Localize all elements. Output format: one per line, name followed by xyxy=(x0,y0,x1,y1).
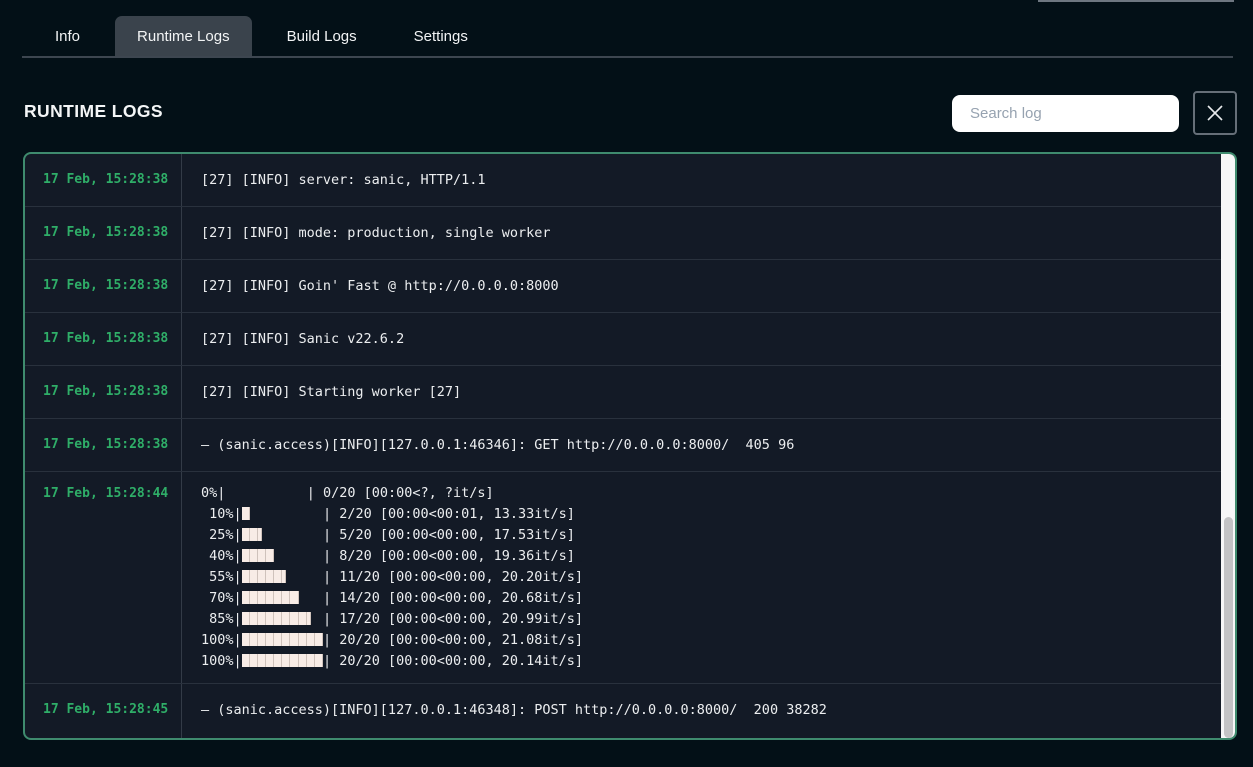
page-title: RUNTIME LOGS xyxy=(24,101,163,122)
log-timestamp: 17 Feb, 15:28:38 xyxy=(25,366,182,418)
tab-info[interactable]: Info xyxy=(33,16,102,56)
progress-bar xyxy=(242,612,323,625)
runtime-log-panel: 17 Feb, 15:28:38[27] [INFO] server: sani… xyxy=(23,152,1237,740)
log-timestamp: 17 Feb, 15:28:45 xyxy=(25,684,182,738)
log-row: 17 Feb, 15:28:45— (sanic.access)[INFO][1… xyxy=(25,684,1235,738)
progress-bar xyxy=(225,486,306,499)
tab-list: Info Runtime Logs Build Logs Settings xyxy=(22,16,1233,58)
log-message: — (sanic.access)[INFO][127.0.0.1:46346]:… xyxy=(182,419,1235,471)
progress-line: 55%|| 11/20 [00:00<00:00, 20.20it/s] xyxy=(201,567,1235,588)
log-row: 17 Feb, 15:28:38[27] [INFO] server: sani… xyxy=(25,154,1235,207)
close-logs-button[interactable] xyxy=(1193,91,1237,135)
log-timestamp: 17 Feb, 15:28:38 xyxy=(25,207,182,259)
search-input[interactable] xyxy=(952,95,1179,132)
log-table: 17 Feb, 15:28:38[27] [INFO] server: sani… xyxy=(25,154,1235,738)
progress-bar xyxy=(242,654,323,667)
log-row: 17 Feb, 15:28:38— (sanic.access)[INFO][1… xyxy=(25,419,1235,472)
tab-settings[interactable]: Settings xyxy=(392,16,490,56)
progress-line: 85%|| 17/20 [00:00<00:00, 20.99it/s] xyxy=(201,609,1235,630)
log-message: [27] [INFO] Sanic v22.6.2 xyxy=(182,313,1235,365)
progress-line: 100%|| 20/20 [00:00<00:00, 21.08it/s] xyxy=(201,630,1235,651)
log-timestamp: 17 Feb, 15:28:38 xyxy=(25,313,182,365)
progress-line: 25%|| 5/20 [00:00<00:00, 17.53it/s] xyxy=(201,525,1235,546)
progress-bar xyxy=(242,591,323,604)
close-icon xyxy=(1206,104,1224,122)
progress-line: 40%|| 8/20 [00:00<00:00, 19.36it/s] xyxy=(201,546,1235,567)
log-message: [27] [INFO] Goin' Fast @ http://0.0.0.0:… xyxy=(182,260,1235,312)
log-scrollbar-thumb[interactable] xyxy=(1224,517,1233,738)
log-message: [27] [INFO] mode: production, single wor… xyxy=(182,207,1235,259)
log-row: 17 Feb, 15:28:38[27] [INFO] mode: produc… xyxy=(25,207,1235,260)
log-message: [27] [INFO] server: sanic, HTTP/1.1 xyxy=(182,154,1235,206)
progress-line: 70%|| 14/20 [00:00<00:00, 20.68it/s] xyxy=(201,588,1235,609)
top-edge-artifact xyxy=(1038,0,1234,2)
progress-bar xyxy=(242,549,323,562)
progress-line: 100%|| 20/20 [00:00<00:00, 20.14it/s] xyxy=(201,651,1235,672)
progress-bar xyxy=(242,528,323,541)
log-timestamp: 17 Feb, 15:28:44 xyxy=(25,472,182,683)
log-message: 0%|| 0/20 [00:00<?, ?it/s] 10%|| 2/20 [0… xyxy=(182,472,1235,683)
log-timestamp: 17 Feb, 15:28:38 xyxy=(25,419,182,471)
log-row: 17 Feb, 15:28:38[27] [INFO] Sanic v22.6.… xyxy=(25,313,1235,366)
log-timestamp: 17 Feb, 15:28:38 xyxy=(25,154,182,206)
log-row: 17 Feb, 15:28:38[27] [INFO] Starting wor… xyxy=(25,366,1235,419)
log-message: [27] [INFO] Starting worker [27] xyxy=(182,366,1235,418)
log-message: — (sanic.access)[INFO][127.0.0.1:46348]:… xyxy=(182,684,1235,738)
progress-bar xyxy=(242,570,323,583)
tab-build-logs[interactable]: Build Logs xyxy=(265,16,379,56)
log-timestamp: 17 Feb, 15:28:38 xyxy=(25,260,182,312)
log-row: 17 Feb, 15:28:440%|| 0/20 [00:00<?, ?it/… xyxy=(25,472,1235,684)
progress-line: 10%|| 2/20 [00:00<00:01, 13.33it/s] xyxy=(201,504,1235,525)
progress-bar xyxy=(242,633,323,646)
log-row: 17 Feb, 15:28:38[27] [INFO] Goin' Fast @… xyxy=(25,260,1235,313)
progress-line: 0%|| 0/20 [00:00<?, ?it/s] xyxy=(201,483,1235,504)
log-scrollbar-track[interactable] xyxy=(1221,154,1235,738)
tab-runtime-logs[interactable]: Runtime Logs xyxy=(115,16,252,56)
progress-bar xyxy=(242,507,323,520)
